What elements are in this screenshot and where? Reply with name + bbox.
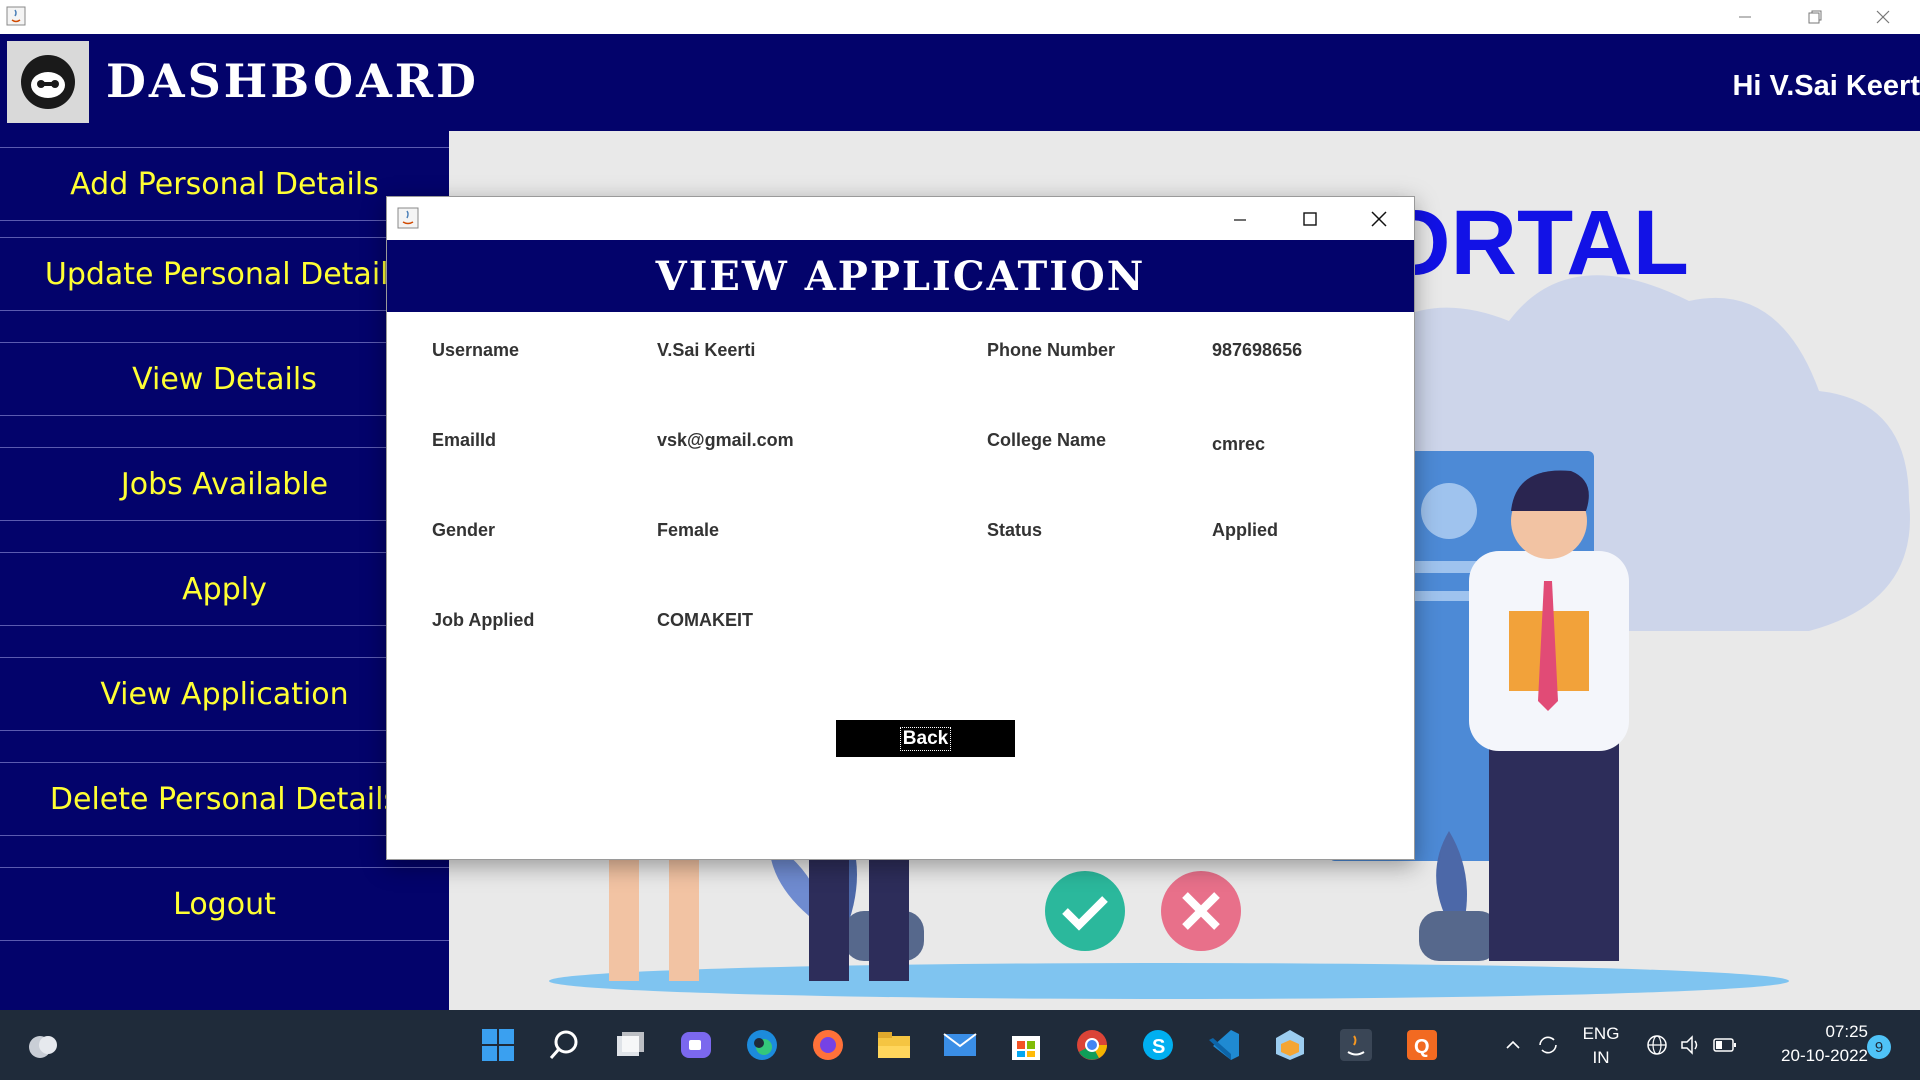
search-icon[interactable] <box>544 1025 584 1065</box>
sidebar-item-view-application[interactable]: View Application <box>0 657 449 731</box>
dialog-titlebar <box>387 197 1414 240</box>
network-icon[interactable] <box>1642 1025 1672 1065</box>
username-value: V.Sai Keerti <box>657 340 756 360</box>
weather-icon[interactable] <box>22 1025 62 1065</box>
gender-label: Gender <box>432 520 496 540</box>
college-name-value: cmrec <box>1212 434 1266 454</box>
username-label: Username <box>432 340 520 360</box>
battery-icon[interactable] <box>1710 1025 1740 1065</box>
dialog-close-button[interactable] <box>1344 197 1414 240</box>
outer-minimize-button[interactable] <box>1710 0 1780 34</box>
gender-value: Female <box>657 520 720 540</box>
sidebar-item-add-personal-details[interactable]: Add Personal Details <box>0 147 449 221</box>
sidebar-item-update-personal-details[interactable]: Update Personal Details <box>0 237 449 311</box>
edge-icon[interactable] <box>742 1025 782 1065</box>
dashboard-header: DASHBOARD Hi V.Sai Keert <box>0 34 1920 131</box>
sidebar-item-logout[interactable]: Logout <box>0 867 449 941</box>
clock-date[interactable]: 20-10-2022 <box>1758 1046 1868 1066</box>
notification-count: 9 <box>1874 1038 1884 1056</box>
mail-icon[interactable] <box>940 1025 980 1065</box>
qbittorrent-icon[interactable]: Q <box>1402 1025 1442 1065</box>
svg-text:Q: Q <box>1414 1036 1430 1058</box>
dialog-maximize-button[interactable] <box>1275 197 1345 240</box>
language-indicator[interactable]: ENG <box>1580 1024 1622 1044</box>
sidebar-item-delete-personal-details[interactable]: Delete Personal Details <box>0 762 449 836</box>
view-application-dialog: VIEW APPLICATION Username V.Sai Keerti P… <box>386 196 1415 860</box>
region-indicator[interactable]: IN <box>1580 1048 1622 1068</box>
status-label: Status <box>987 520 1043 540</box>
notification-badge[interactable]: 9 <box>1867 1035 1891 1059</box>
java-app-icon <box>397 207 419 229</box>
user-greeting: Hi V.Sai Keert <box>1732 70 1920 102</box>
vscode-icon[interactable] <box>1204 1025 1244 1065</box>
phone-number-value: 987698656 <box>1212 340 1303 360</box>
java-app-icon <box>6 6 26 26</box>
back-button[interactable]: Back <box>836 720 1015 757</box>
email-label: EmailId <box>432 430 497 450</box>
sidebar-item-jobs-available[interactable]: Jobs Available <box>0 447 449 521</box>
sync-icon[interactable] <box>1530 1025 1566 1065</box>
outer-close-button[interactable] <box>1848 0 1918 34</box>
portal-heading-text: ORTAL <box>1379 192 1690 294</box>
status-value: Applied <box>1212 520 1278 540</box>
chevron-up-icon[interactable] <box>1498 1025 1528 1065</box>
dashboard-title: DASHBOARD <box>106 54 479 108</box>
chat-icon[interactable] <box>676 1025 716 1065</box>
outer-window-titlebar <box>0 0 1920 34</box>
sidebar-item-view-details[interactable]: View Details <box>0 342 449 416</box>
netbeans-icon[interactable] <box>1270 1025 1310 1065</box>
chrome-icon[interactable] <box>1072 1025 1112 1065</box>
windows-taskbar: S Q ENG IN 07:25 20-10-2022 9 <box>0 1010 1920 1080</box>
sidebar-nav: Add Personal Details Update Personal Det… <box>0 131 449 1010</box>
start-icon[interactable] <box>478 1025 518 1065</box>
app-logo <box>7 41 89 123</box>
task-view-icon[interactable] <box>610 1025 650 1065</box>
college-name-label: College Name <box>987 430 1107 450</box>
dialog-banner: VIEW APPLICATION <box>387 240 1414 312</box>
back-button-label: Back <box>899 726 952 751</box>
firefox-icon[interactable] <box>808 1025 848 1065</box>
java-icon[interactable] <box>1336 1025 1376 1065</box>
store-icon[interactable] <box>1006 1025 1046 1065</box>
sidebar-item-apply[interactable]: Apply <box>0 552 449 626</box>
clock-time[interactable]: 07:25 <box>1758 1022 1868 1042</box>
dialog-minimize-button[interactable] <box>1205 197 1275 240</box>
outer-restore-button[interactable] <box>1780 0 1850 34</box>
email-value: vsk@gmail.com <box>657 430 794 450</box>
file-explorer-icon[interactable] <box>874 1025 914 1065</box>
dialog-heading: VIEW APPLICATION <box>655 252 1146 300</box>
job-applied-value: COMAKEIT <box>657 610 753 630</box>
job-applied-label: Job Applied <box>432 610 535 630</box>
skype-icon[interactable]: S <box>1138 1025 1178 1065</box>
user-avatar-icon <box>21 55 75 109</box>
phone-number-label: Phone Number <box>987 340 1116 360</box>
svg-text:S: S <box>1152 1036 1165 1058</box>
volume-icon[interactable] <box>1676 1025 1706 1065</box>
